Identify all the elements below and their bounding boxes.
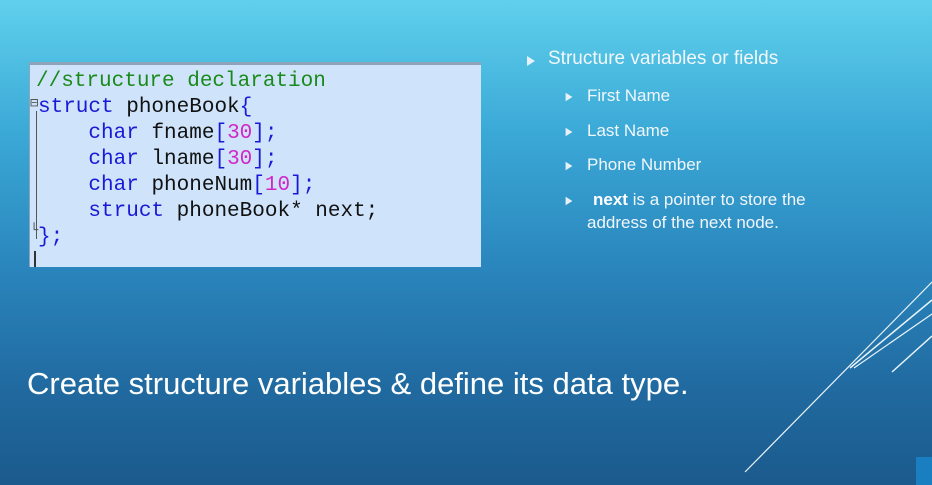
code-token: [ [252, 174, 265, 197]
slide: //structure declaration struct phoneBook{… [0, 0, 932, 485]
text-cursor [34, 251, 36, 267]
bullet-arrow-icon [527, 56, 535, 66]
next-description-cont: address of the next node. [587, 213, 779, 232]
code-line: char phoneNum[10]; [38, 173, 315, 199]
code-token: char [88, 148, 139, 171]
bullet-item: First Name [587, 86, 671, 105]
code-screenshot: //structure declaration struct phoneBook{… [29, 62, 481, 267]
next-description: is a pointer to store the [627, 190, 806, 209]
code-line: }; [38, 225, 63, 251]
code-token: char [88, 122, 139, 145]
code-token: }; [38, 226, 64, 249]
bullet-heading: Structure variables or fields [548, 48, 779, 69]
code-token: 10 [264, 174, 291, 197]
bullet-item: Phone Number [587, 155, 702, 174]
fold-marker-icon: ⊟ [30, 96, 39, 112]
next-keyword: next [593, 190, 628, 209]
code-token: 30 [227, 148, 253, 171]
code-token: phoneBook* next; [164, 200, 379, 223]
corner-accent [916, 457, 932, 485]
code-token: struct [38, 96, 114, 119]
code-token: [ [214, 148, 228, 171]
fold-end-icon: └ [30, 223, 39, 239]
code-line: //structure declaration [36, 69, 326, 95]
bullet-arrow-icon [565, 161, 573, 171]
code-token: { [239, 96, 253, 119]
code-token: ]; [252, 148, 278, 171]
code-token: [ [214, 122, 228, 145]
bullet-item: Last Name [587, 121, 670, 140]
code-token: 30 [227, 122, 253, 145]
bullet-arrow-icon [565, 127, 573, 137]
bullet-item-next: next is a pointer to store the [593, 190, 806, 210]
code-token: phoneNum [138, 174, 253, 197]
code-token: lname [138, 148, 215, 171]
code-line: struct phoneBook* next; [38, 199, 378, 225]
code-token: ]; [252, 122, 278, 145]
code-token: ]; [290, 174, 316, 197]
fold-guide [36, 111, 37, 239]
code-token: fname [138, 122, 215, 145]
code-line: char fname[30]; [38, 121, 278, 147]
code-token: struct [88, 200, 165, 223]
code-token: //structure declaration [36, 70, 326, 93]
code-line: struct phoneBook{ [38, 95, 252, 121]
code-token: char [88, 174, 139, 197]
code-token: phoneBook [113, 96, 240, 119]
bullet-arrow-icon [565, 92, 573, 102]
slide-caption: Create structure variables & define its … [27, 366, 689, 401]
bullet-arrow-icon [565, 196, 573, 206]
code-line: char lname[30]; [38, 147, 278, 173]
